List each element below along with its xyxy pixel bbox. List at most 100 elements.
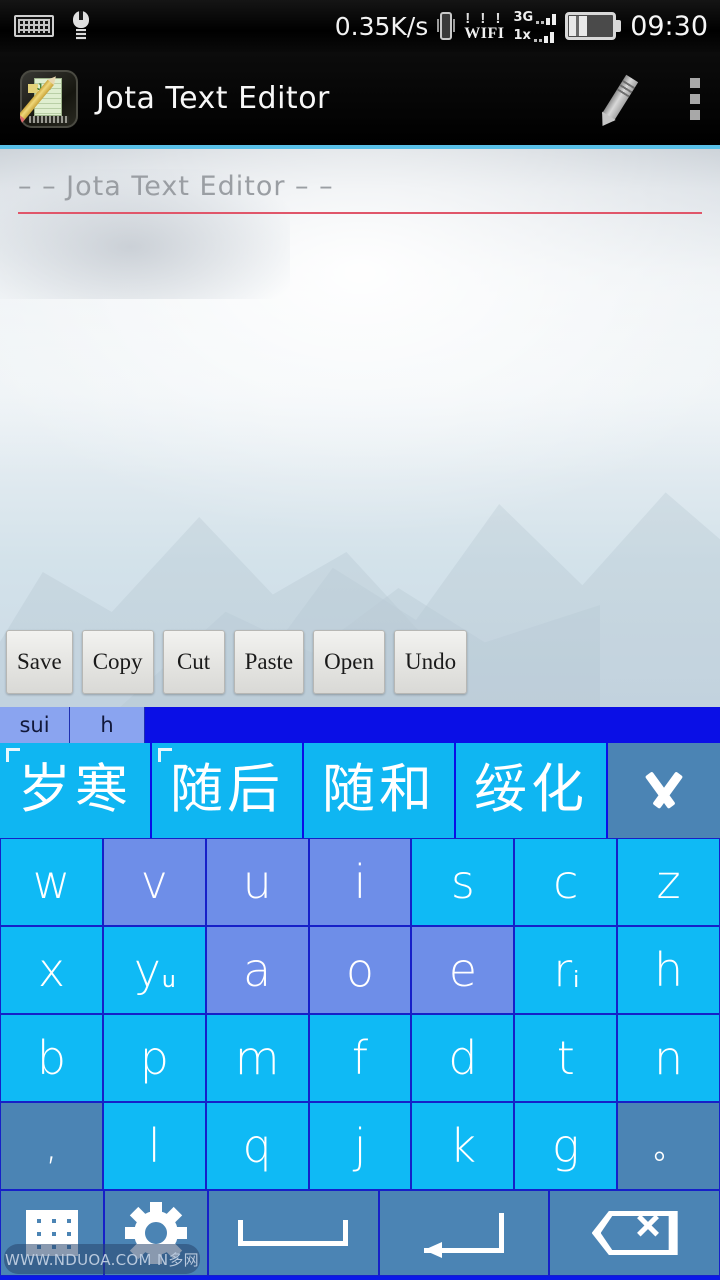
key-label: c bbox=[553, 855, 579, 909]
document-header: – – Jota Text Editor – – bbox=[0, 149, 720, 214]
candidate-expand-button[interactable] bbox=[608, 743, 720, 838]
title-underline bbox=[18, 212, 702, 214]
document-title-line: – – Jota Text Editor – – bbox=[18, 171, 334, 202]
key-label: x bbox=[37, 943, 66, 997]
pencil-icon[interactable] bbox=[592, 73, 644, 125]
key-i[interactable]: i bbox=[308, 838, 412, 926]
candidate-label: 绥化 bbox=[474, 759, 588, 820]
key-label: r bbox=[553, 943, 573, 997]
key-label: n bbox=[654, 1031, 684, 1085]
key-m[interactable]: m bbox=[205, 1014, 309, 1102]
key-x[interactable]: x bbox=[0, 926, 103, 1014]
app-bar: Jot Jota Text Editor bbox=[0, 52, 720, 145]
backspace-icon bbox=[591, 1211, 678, 1255]
status-bar: 0.35K/s ! ! ! WIFI 3G 1x 09:30 bbox=[0, 0, 720, 52]
key-label: d bbox=[448, 1031, 478, 1085]
key-label: p bbox=[139, 1031, 169, 1085]
candidate-label: 随后 bbox=[170, 759, 284, 820]
key-period[interactable]: 。 bbox=[617, 1102, 720, 1190]
battery-icon bbox=[565, 12, 622, 40]
key-d[interactable]: d bbox=[411, 1014, 515, 1102]
key-o[interactable]: o bbox=[308, 926, 412, 1014]
key-c[interactable]: c bbox=[514, 838, 618, 926]
signal-icon: 3G 1x bbox=[513, 9, 557, 43]
key-label: e bbox=[448, 943, 478, 997]
open-button[interactable]: Open bbox=[313, 630, 385, 694]
key-label: t bbox=[556, 1031, 575, 1085]
keyboard-icon bbox=[14, 15, 54, 37]
app-title: Jota Text Editor bbox=[96, 81, 330, 116]
key-k[interactable]: k bbox=[411, 1102, 515, 1190]
composition-segment[interactable]: h bbox=[70, 707, 145, 743]
key-y[interactable]: yu bbox=[102, 926, 206, 1014]
key-e[interactable]: e bbox=[411, 926, 515, 1014]
ime-keyboard: sui h 岁寒 随后 随和 绥化 wvuisczxyuaoerihbpmfdt… bbox=[0, 707, 720, 1280]
candidate-row: 岁寒 随后 随和 绥化 bbox=[0, 743, 720, 838]
key-label: i bbox=[353, 855, 367, 909]
backspace-key[interactable] bbox=[549, 1190, 720, 1276]
lightbulb-icon bbox=[70, 11, 92, 41]
enter-icon bbox=[424, 1213, 504, 1258]
enter-key[interactable] bbox=[378, 1190, 550, 1276]
composition-row: sui h bbox=[0, 707, 720, 743]
key-comma[interactable]: , bbox=[0, 1102, 103, 1190]
space-icon bbox=[238, 1220, 349, 1246]
key-j[interactable]: j bbox=[308, 1102, 412, 1190]
key-label: g bbox=[551, 1119, 580, 1173]
vibrate-icon bbox=[437, 12, 456, 40]
key-b[interactable]: b bbox=[0, 1014, 103, 1102]
key-label: z bbox=[656, 855, 681, 909]
key-label: o bbox=[345, 943, 375, 997]
editor-area[interactable]: – – Jota Text Editor – – bbox=[0, 149, 720, 707]
key-label: b bbox=[36, 1031, 67, 1085]
key-f[interactable]: f bbox=[308, 1014, 412, 1102]
candidate-item[interactable]: 随和 bbox=[304, 743, 456, 838]
save-button[interactable]: Save bbox=[6, 630, 73, 694]
key-v[interactable]: v bbox=[102, 838, 206, 926]
jota-app-icon[interactable]: Jot bbox=[20, 69, 78, 128]
candidate-item[interactable]: 绥化 bbox=[456, 743, 608, 838]
key-label: l bbox=[147, 1119, 161, 1173]
key-label: s bbox=[450, 855, 475, 909]
key-s[interactable]: s bbox=[411, 838, 515, 926]
key-z[interactable]: z bbox=[617, 838, 720, 926]
sim1-label: 3G bbox=[513, 9, 534, 25]
key-l[interactable]: l bbox=[102, 1102, 206, 1190]
cut-button[interactable]: Cut bbox=[162, 630, 225, 694]
key-sublabel: u bbox=[161, 967, 176, 993]
key-h[interactable]: h bbox=[617, 926, 720, 1014]
key-label: , bbox=[45, 1123, 58, 1169]
key-w[interactable]: w bbox=[0, 838, 103, 926]
key-t[interactable]: t bbox=[514, 1014, 618, 1102]
status-bar-right: 0.35K/s ! ! ! WIFI 3G 1x 09:30 bbox=[335, 10, 720, 43]
chevron-down-icon bbox=[636, 770, 692, 809]
key-label: v bbox=[140, 855, 168, 909]
paste-button[interactable]: Paste bbox=[233, 630, 305, 694]
key-p[interactable]: p bbox=[102, 1014, 206, 1102]
key-row: xyuao erih bbox=[0, 926, 720, 1014]
key-n[interactable]: n bbox=[617, 1014, 720, 1102]
key-q[interactable]: q bbox=[205, 1102, 309, 1190]
more-vertical-icon[interactable] bbox=[690, 77, 702, 120]
space-key[interactable] bbox=[208, 1190, 379, 1276]
key-label: u bbox=[242, 855, 272, 909]
key-row: , l q j k g 。 bbox=[0, 1102, 720, 1190]
sim2-label: 1x bbox=[513, 27, 531, 43]
key-label: q bbox=[242, 1119, 272, 1173]
wifi-label: WIFI bbox=[464, 24, 505, 42]
undo-button[interactable]: Undo bbox=[393, 630, 468, 694]
copy-button[interactable]: Copy bbox=[81, 630, 154, 694]
key-label: w bbox=[32, 855, 71, 909]
key-r[interactable]: ri bbox=[514, 926, 618, 1014]
key-g[interactable]: g bbox=[514, 1102, 618, 1190]
phone-screen: 0.35K/s ! ! ! WIFI 3G 1x 09:30 Jota Text… bbox=[0, 0, 720, 1280]
site-watermark: WWW.NDUOA.COM N多网 bbox=[4, 1244, 200, 1274]
candidate-item[interactable]: 岁寒 bbox=[0, 743, 152, 838]
wifi-bars: ! ! ! bbox=[465, 9, 504, 27]
key-a[interactable]: a bbox=[205, 926, 309, 1014]
editor-action-bar: Save Copy Cut Paste Open Undo bbox=[6, 630, 468, 694]
key-label: k bbox=[449, 1119, 477, 1173]
key-u[interactable]: u bbox=[205, 838, 309, 926]
composition-segment[interactable]: sui bbox=[0, 707, 70, 743]
candidate-item[interactable]: 随后 bbox=[152, 743, 304, 838]
